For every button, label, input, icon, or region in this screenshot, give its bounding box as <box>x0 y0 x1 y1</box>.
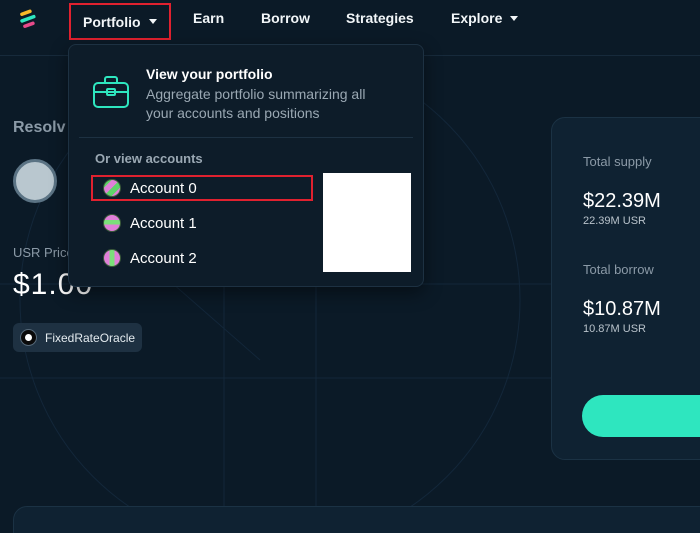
accounts-heading: Or view accounts <box>95 151 203 166</box>
avatar <box>103 214 121 232</box>
avatar <box>103 179 121 197</box>
bottom-panel <box>13 506 700 533</box>
app-logo-icon[interactable] <box>18 8 38 30</box>
total-supply-sub: 22.39M USR <box>583 215 646 227</box>
total-supply-value: $22.39M <box>583 190 661 212</box>
total-supply-label: Total supply <box>583 154 652 169</box>
nav-earn[interactable]: Earn <box>193 10 224 26</box>
asset-logo <box>13 159 57 203</box>
nav-strategies[interactable]: Strategies <box>346 10 414 26</box>
total-borrow-label: Total borrow <box>583 262 654 277</box>
nav-explore-menu[interactable]: Explore <box>451 10 519 26</box>
dropdown-divider <box>79 137 413 138</box>
briefcase-icon <box>93 76 129 108</box>
nav-borrow[interactable]: Borrow <box>261 10 310 26</box>
nav-earn-label: Earn <box>193 10 225 26</box>
account-item-2[interactable]: Account 2 <box>91 245 311 271</box>
nav-strategies-label: Strategies <box>346 10 414 26</box>
nav-explore-label: Explore <box>451 10 503 26</box>
total-borrow-value: $10.87M <box>583 298 661 320</box>
nav-portfolio-label: Portfolio <box>83 13 141 30</box>
total-borrow-sub: 10.87M USR <box>583 323 646 335</box>
account-item-1[interactable]: Account 1 <box>91 210 311 236</box>
portfolio-dropdown: View your portfolio Aggregate portfolio … <box>68 44 424 287</box>
primary-action-button[interactable] <box>582 395 700 437</box>
nav-portfolio-menu[interactable]: Portfolio <box>69 3 171 40</box>
account-item-0[interactable]: Account 0 <box>91 175 313 201</box>
nav-borrow-label: Borrow <box>261 10 310 26</box>
account-label: Account 0 <box>130 179 197 197</box>
chevron-down-icon <box>510 15 519 21</box>
price-label: USR Price <box>13 245 74 260</box>
page-title: Resolv <box>13 119 66 136</box>
view-portfolio-link[interactable]: View your portfolio <box>146 66 273 82</box>
redacted-box <box>323 173 411 272</box>
view-portfolio-description: Aggregate portfolio summarizing all your… <box>146 86 366 121</box>
oracle-icon <box>20 329 37 346</box>
avatar <box>103 249 121 267</box>
top-nav: Portfolio Earn Borrow Strategies Explore <box>0 0 700 40</box>
chevron-down-icon <box>148 19 157 24</box>
oracle-label: FixedRateOracle <box>45 330 136 345</box>
market-stats-card: Total supply $22.39M 22.39M USR Total bo… <box>551 117 700 460</box>
account-label: Account 2 <box>130 249 197 267</box>
oracle-badge[interactable]: FixedRateOracle <box>13 323 142 352</box>
account-label: Account 1 <box>130 214 197 232</box>
